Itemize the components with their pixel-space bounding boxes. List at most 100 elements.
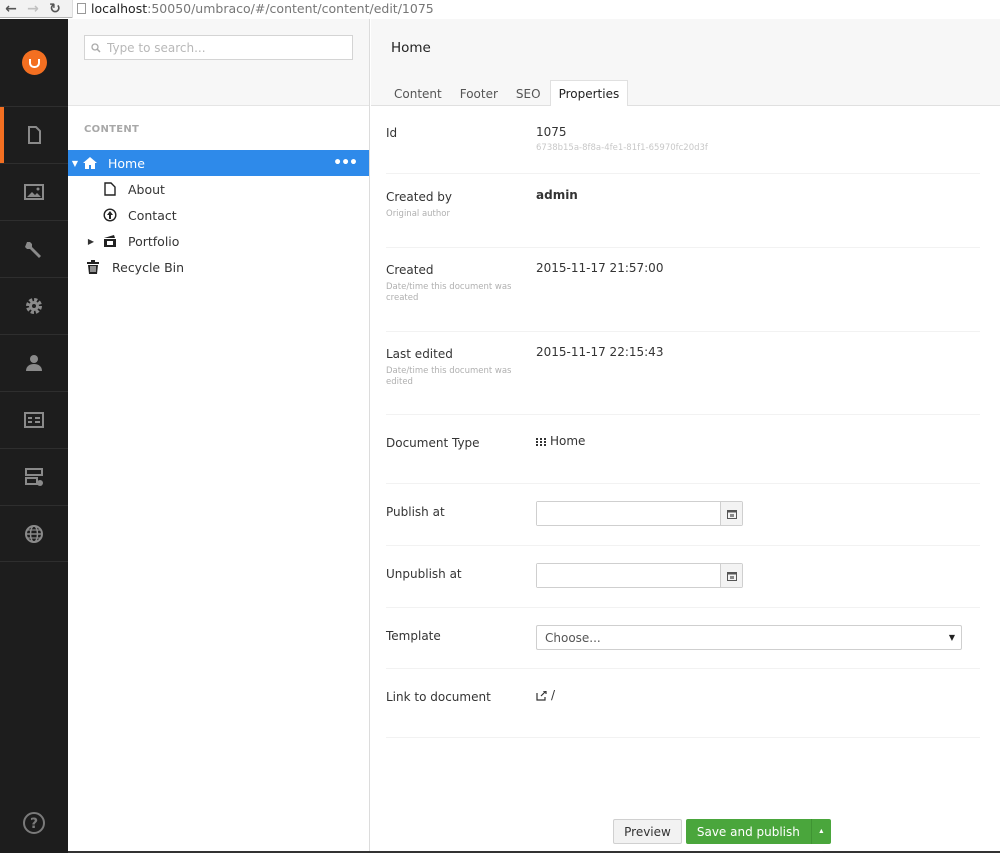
gear-icon [26,298,42,314]
editor-header: Home Content Footer SEO Properties [371,19,1000,106]
tree-item-label: Portfolio [128,233,180,249]
svg-text:?: ? [30,816,38,832]
tree-item-home[interactable]: ▼ Home ••• [68,150,369,176]
portfolio-icon [102,233,118,249]
property-label: Link to document [386,690,491,704]
template-selected-value: Choose... [545,630,601,645]
chevron-down-icon: ▼ [948,633,955,642]
unpublish-at-input[interactable] [537,564,720,587]
guid-value: 6738b15a-8f8a-4fe1-81f1-65970fc20d3f [536,143,708,153]
link-value: / [551,688,556,702]
property-label: Last edited [386,347,453,361]
calendar-icon [726,509,737,519]
tab-footer[interactable]: Footer [451,80,507,106]
tree-item-label: About [128,181,165,197]
tree-title: CONTENT [84,124,140,135]
template-select[interactable]: Choose... ▼ [536,625,962,650]
tab-content[interactable]: Content [385,80,451,106]
publish-options-caret-icon[interactable]: ▲ [810,819,831,844]
tree-item-recycle-bin[interactable]: Recycle Bin [68,254,369,280]
calendar-button[interactable] [720,502,742,525]
section-translation[interactable] [0,505,68,562]
properties-list: Id 1075 6738b15a-8f8a-4fe1-81f1-65970fc2… [371,106,1000,738]
property-description: Date/time this document was edited [386,366,512,387]
section-members[interactable] [0,391,68,448]
tree-item-label: Home [108,155,145,171]
section-users[interactable] [0,334,68,391]
property-unpublish-at: Unpublish at [386,546,980,608]
user-icon [26,355,42,371]
property-template: Template Choose... ▼ [386,608,980,669]
tree-item-portfolio[interactable]: ▶ Portfolio [68,228,369,254]
save-and-publish-button[interactable]: Save and publish [685,819,811,844]
document-type-value: Home [550,434,586,448]
search-input[interactable] [107,40,337,55]
tree-item-label: Recycle Bin [112,259,185,275]
search-icon [91,42,101,53]
more-options-icon[interactable]: ••• [333,155,358,171]
property-description: Date/time this document was created [386,282,512,303]
property-label: Document Type [386,436,480,450]
unpublish-at-picker [536,563,743,588]
tree-search[interactable] [84,35,353,60]
property-label: Created [386,263,434,277]
section-content[interactable] [0,106,68,163]
image-icon [24,184,44,200]
editor-footer: Preview Save and publish ▲ [371,819,1000,844]
reload-button[interactable]: ↻ [44,0,66,18]
tree-item-label: Contact [128,207,177,223]
property-last-edited: Last edited Date/time this document was … [386,332,980,415]
section-forms[interactable] [0,448,68,505]
preview-button[interactable]: Preview [613,819,682,844]
umbraco-logo[interactable] [0,19,68,106]
property-publish-at: Publish at [386,484,980,546]
id-card-icon [24,412,44,428]
expand-caret-down-icon[interactable]: ▼ [68,159,82,168]
document-icon [102,181,118,197]
calendar-icon [726,571,737,581]
contact-icon [102,207,118,223]
section-developer[interactable] [0,220,68,277]
document-link[interactable]: / [536,669,555,737]
publish-button-group: Save and publish ▲ [685,819,831,844]
property-label: Id [386,126,398,140]
property-label: Template [386,629,441,643]
id-value: 1075 [536,125,567,139]
content-tree-panel: CONTENT ▼ Home ••• About Contact ▶ Portf… [68,19,370,853]
form-settings-icon [25,468,43,486]
home-icon [82,155,98,171]
tree-header [68,19,369,106]
section-media[interactable] [0,163,68,220]
property-label: Created by [386,190,453,204]
back-button[interactable]: ← [0,0,22,18]
expand-caret-right-icon[interactable]: ▶ [84,237,98,246]
property-label: Unpublish at [386,567,462,581]
property-link: Link to document / [386,669,980,738]
document-type-link[interactable]: Home [536,415,585,483]
sections-sidebar: ? [0,19,68,853]
tree-item-about[interactable]: About [68,176,369,202]
editor-panel: Home Content Footer SEO Properties Id 10… [371,19,1000,853]
page-icon [77,3,86,14]
document-icon [28,126,41,144]
last-edited-value: 2015-11-17 22:15:43 [536,345,664,359]
calendar-button[interactable] [720,564,742,587]
logo-icon [21,50,47,75]
section-settings[interactable] [0,277,68,334]
wrench-icon [25,242,41,258]
document-name[interactable]: Home [391,40,431,56]
browser-toolbar: ← → ↻ localhost:50050/umbraco/#/content/… [0,0,1000,18]
grid-icon [536,437,546,446]
external-link-icon [536,690,547,701]
forward-button[interactable]: → [22,0,44,18]
tree-item-contact[interactable]: Contact [68,202,369,228]
publish-at-input[interactable] [537,502,720,525]
help-icon: ? [23,812,45,834]
tab-seo[interactable]: SEO [507,80,550,106]
help-button[interactable]: ? [0,811,68,835]
property-created: Created Date/time this document was crea… [386,248,980,332]
tab-properties[interactable]: Properties [549,80,629,106]
created-value: 2015-11-17 21:57:00 [536,261,664,275]
property-document-type: Document Type Home [386,415,980,484]
address-bar[interactable]: localhost:50050/umbraco/#/content/conten… [72,0,1000,18]
